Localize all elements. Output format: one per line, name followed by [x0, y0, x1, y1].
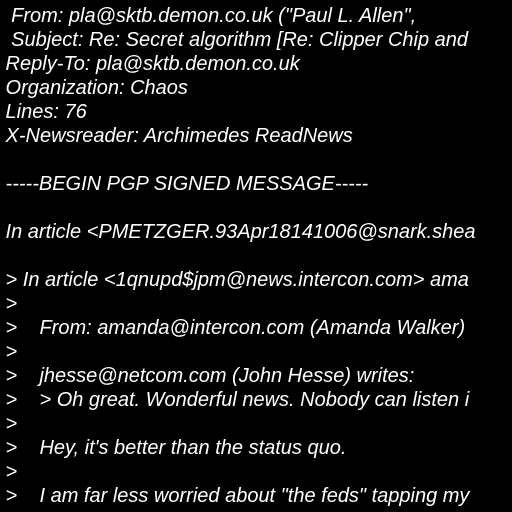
header-organization: Organization: Chaos [0, 77, 188, 99]
quoted-line: > > Oh great. Wonderful news. Nobody can… [0, 389, 470, 411]
quoted-line: > Hey, it's better than the status quo. [0, 437, 347, 459]
attribution-line: In article <PMETZGER.93Apr18141006@snark… [0, 221, 476, 243]
quoted-line: > [0, 341, 18, 363]
quoted-line: > jhesse@netcom.com (John Hesse) writes: [0, 365, 415, 387]
header-reply-to: Reply-To: pla@sktb.demon.co.uk [0, 53, 300, 75]
header-from: From: pla@sktb.demon.co.uk ("Paul L. All… [0, 5, 417, 27]
quoted-line: > [0, 293, 18, 315]
quoted-line: > From: amanda@intercon.com (Amanda Walk… [0, 317, 466, 339]
header-lines: Lines: 76 [0, 101, 87, 123]
quoted-line: > [0, 413, 18, 435]
header-subject: Subject: Re: Secret algorithm [Re: Clipp… [0, 29, 468, 51]
pgp-begin-marker: -----BEGIN PGP SIGNED MESSAGE----- [0, 173, 369, 195]
message-view: From: pla@sktb.demon.co.uk ("Paul L. All… [0, 0, 512, 512]
quoted-line: > In article <1qnupd$jpm@news.intercon.c… [0, 269, 469, 291]
header-newsreader: X-Newsreader: Archimedes ReadNews [0, 125, 353, 147]
quoted-line: > I am far less worried about "the feds"… [0, 485, 470, 507]
quoted-line: > [0, 461, 18, 483]
